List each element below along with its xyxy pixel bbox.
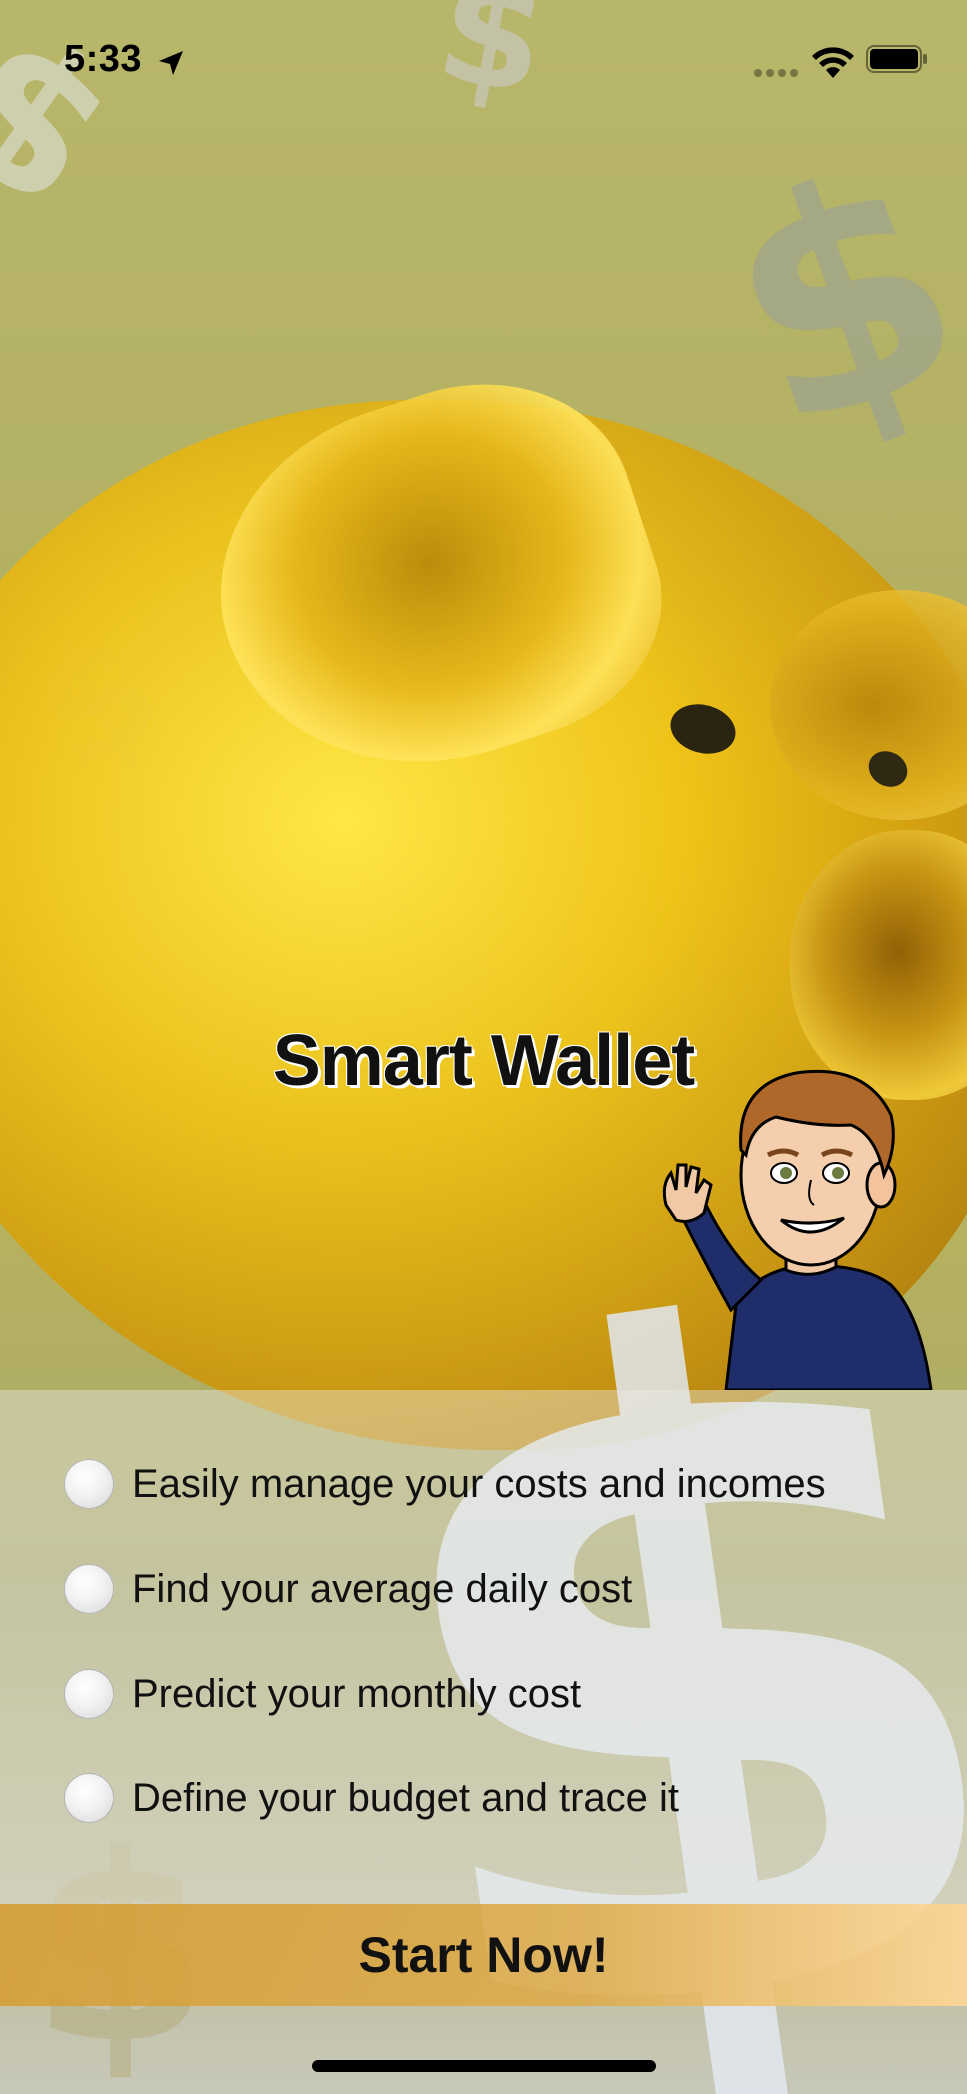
status-time: 5:33 — [64, 38, 143, 80]
features-panel: Easily manage your costs and incomes Fin… — [0, 1390, 967, 1904]
feature-item[interactable]: Easily manage your costs and incomes — [64, 1454, 944, 1514]
location-arrow-icon — [159, 51, 183, 75]
cellular-signal-icon — [754, 64, 802, 77]
feature-label: Define your budget and trace it — [132, 1775, 680, 1820]
radio-circle-icon[interactable] — [64, 1459, 114, 1509]
feature-item[interactable]: Define your budget and trace it — [64, 1768, 944, 1828]
start-now-button[interactable]: Start Now! — [0, 1904, 967, 2006]
radio-circle-icon[interactable] — [64, 1669, 114, 1719]
home-indicator[interactable] — [312, 2060, 656, 2072]
wifi-icon — [812, 47, 854, 78]
radio-circle-icon[interactable] — [64, 1564, 114, 1614]
feature-label: Predict your monthly cost — [132, 1671, 582, 1716]
status-bar: 5:33 — [0, 0, 967, 120]
battery-icon — [866, 45, 927, 73]
start-now-label: Start Now! — [358, 1927, 609, 1983]
dollar-coin-decoration: $ — [686, 99, 967, 500]
radio-circle-icon[interactable] — [64, 1773, 114, 1823]
feature-label: Find your average daily cost — [132, 1566, 633, 1611]
feature-item[interactable]: Predict your monthly cost — [64, 1664, 944, 1724]
feature-label: Easily manage your costs and incomes — [132, 1461, 826, 1506]
onboarding-screen: $ $ $ $ $ $ 5:33 Smart Wallet — [0, 0, 967, 2094]
waving-avatar-illustration — [662, 1069, 933, 1390]
feature-item[interactable]: Find your average daily cost — [64, 1559, 944, 1619]
